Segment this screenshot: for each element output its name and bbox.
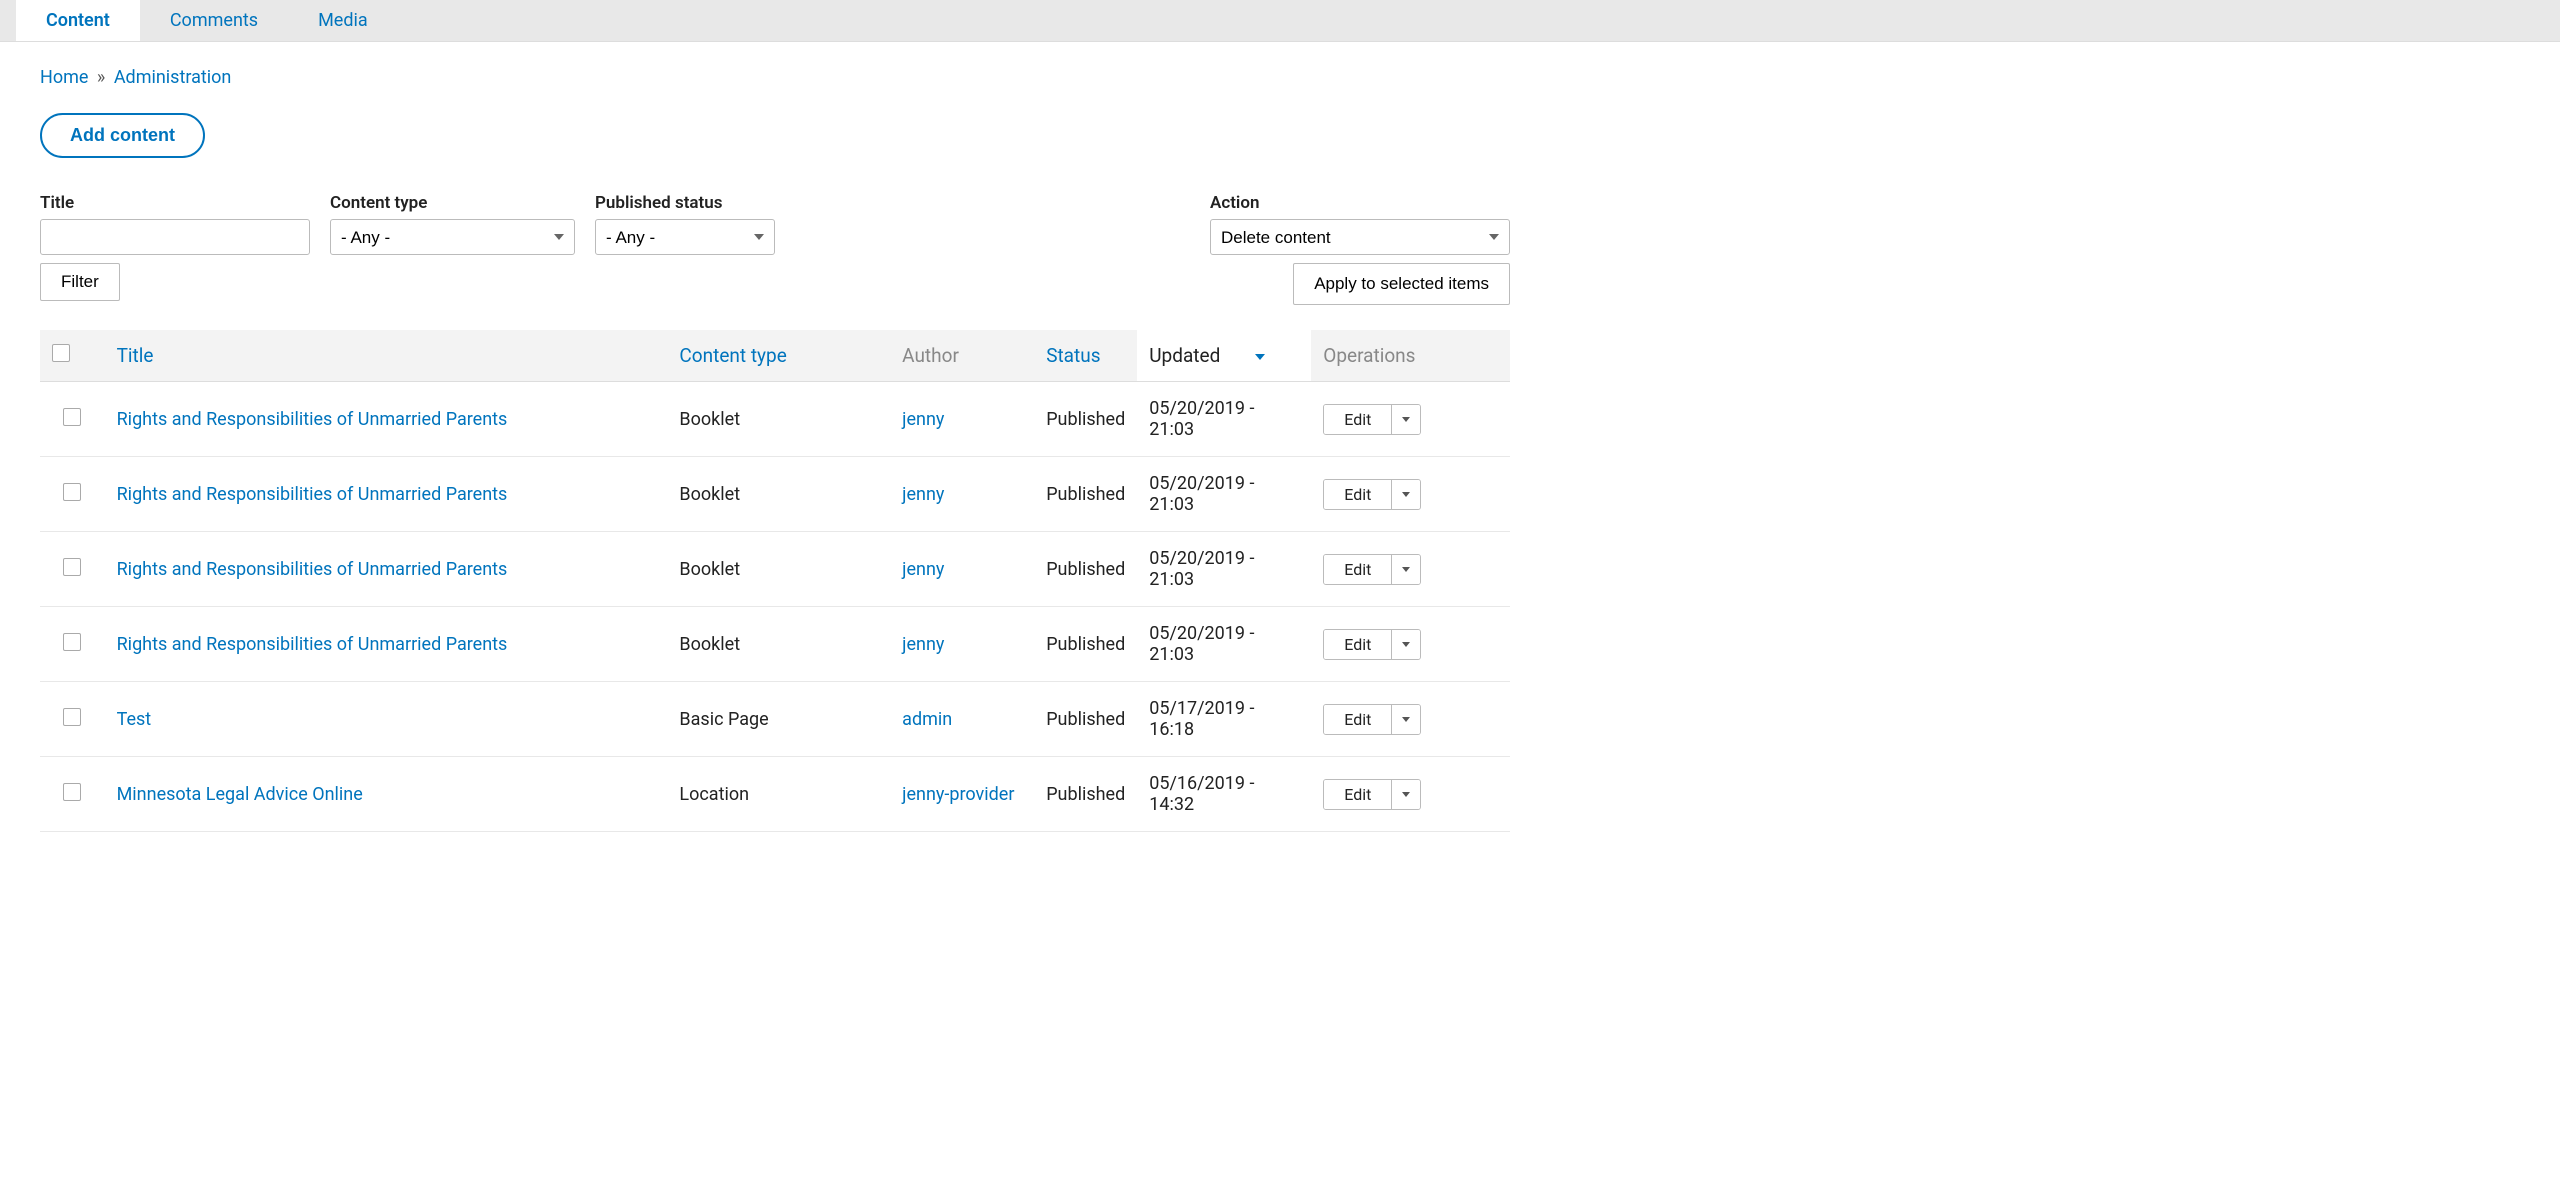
row-operations: Edit bbox=[1323, 479, 1421, 510]
operations-dropdown-toggle[interactable] bbox=[1392, 480, 1420, 509]
header-updated-label: Updated bbox=[1149, 344, 1220, 367]
content-type-filter-label: Content type bbox=[330, 193, 575, 213]
tab-content[interactable]: Content bbox=[16, 0, 140, 41]
row-author-link[interactable]: jenny bbox=[902, 409, 944, 430]
edit-button[interactable]: Edit bbox=[1324, 480, 1392, 509]
row-title-link[interactable]: Rights and Responsibilities of Unmarried… bbox=[117, 409, 508, 430]
row-updated: 05/20/2019 - 21:03 bbox=[1137, 532, 1311, 607]
apply-to-selected-button[interactable]: Apply to selected items bbox=[1293, 263, 1510, 305]
row-checkbox[interactable] bbox=[63, 408, 81, 426]
header-updated[interactable]: Updated bbox=[1137, 330, 1311, 382]
header-operations: Operations bbox=[1311, 330, 1510, 382]
sort-desc-icon bbox=[1255, 354, 1265, 360]
row-updated: 05/20/2019 - 21:03 bbox=[1137, 457, 1311, 532]
edit-button[interactable]: Edit bbox=[1324, 555, 1392, 584]
header-content-type[interactable]: Content type bbox=[667, 330, 890, 382]
row-content-type: Booklet bbox=[667, 457, 890, 532]
edit-button[interactable]: Edit bbox=[1324, 780, 1392, 809]
edit-button[interactable]: Edit bbox=[1324, 705, 1392, 734]
row-author-link[interactable]: jenny bbox=[902, 484, 944, 505]
breadcrumb-separator: » bbox=[97, 67, 105, 88]
select-all-checkbox[interactable] bbox=[52, 344, 70, 362]
title-filter-label: Title bbox=[40, 193, 310, 213]
row-title-link[interactable]: Rights and Responsibilities of Unmarried… bbox=[117, 484, 508, 505]
table-row: Rights and Responsibilities of Unmarried… bbox=[40, 382, 1510, 457]
row-content-type: Booklet bbox=[667, 607, 890, 682]
tab-comments[interactable]: Comments bbox=[140, 0, 288, 41]
row-operations: Edit bbox=[1323, 704, 1421, 735]
row-status: Published bbox=[1034, 607, 1137, 682]
edit-button[interactable]: Edit bbox=[1324, 405, 1392, 434]
table-row: Test Basic Page admin Published05/17/2019 -… bbox=[40, 682, 1510, 757]
row-updated: 05/16/2019 - 14:32 bbox=[1137, 757, 1311, 832]
published-status-filter-label: Published status bbox=[595, 193, 775, 213]
operations-dropdown-toggle[interactable] bbox=[1392, 405, 1420, 434]
table-row: Minnesota Legal Advice Online Location jen… bbox=[40, 757, 1510, 832]
table-row: Rights and Responsibilities of Unmarried… bbox=[40, 607, 1510, 682]
row-author-link[interactable]: admin bbox=[902, 709, 952, 730]
edit-button[interactable]: Edit bbox=[1324, 630, 1392, 659]
header-author: Author bbox=[890, 330, 1034, 382]
breadcrumb-administration[interactable]: Administration bbox=[114, 67, 232, 88]
row-title-link[interactable]: Rights and Responsibilities of Unmarried… bbox=[117, 559, 508, 580]
row-operations: Edit bbox=[1323, 554, 1421, 585]
header-status[interactable]: Status bbox=[1034, 330, 1137, 382]
row-content-type: Basic Page bbox=[667, 682, 890, 757]
row-updated: 05/20/2019 - 21:03 bbox=[1137, 607, 1311, 682]
row-status: Published bbox=[1034, 682, 1137, 757]
row-checkbox[interactable] bbox=[63, 783, 81, 801]
row-title-link[interactable]: Test bbox=[117, 709, 152, 730]
row-status: Published bbox=[1034, 532, 1137, 607]
row-operations: Edit bbox=[1323, 404, 1421, 435]
published-status-select[interactable]: - Any - bbox=[595, 219, 775, 255]
row-content-type: Booklet bbox=[667, 382, 890, 457]
breadcrumb-home[interactable]: Home bbox=[40, 67, 88, 88]
row-author-link[interactable]: jenny bbox=[902, 634, 944, 655]
row-author-link[interactable]: jenny-provider bbox=[902, 784, 1014, 805]
row-author-link[interactable]: jenny bbox=[902, 559, 944, 580]
header-title[interactable]: Title bbox=[105, 330, 668, 382]
operations-dropdown-toggle[interactable] bbox=[1392, 780, 1420, 809]
title-filter-input[interactable] bbox=[40, 219, 310, 255]
row-status: Published bbox=[1034, 757, 1137, 832]
operations-dropdown-toggle[interactable] bbox=[1392, 555, 1420, 584]
row-checkbox[interactable] bbox=[63, 633, 81, 651]
tabs-bar: Content Comments Media bbox=[0, 0, 2560, 42]
breadcrumb: Home » Administration bbox=[40, 67, 1510, 88]
row-title-link[interactable]: Minnesota Legal Advice Online bbox=[117, 784, 363, 805]
table-row: Rights and Responsibilities of Unmarried… bbox=[40, 532, 1510, 607]
row-updated: 05/20/2019 - 21:03 bbox=[1137, 382, 1311, 457]
add-content-button[interactable]: Add content bbox=[40, 113, 205, 158]
row-checkbox[interactable] bbox=[63, 558, 81, 576]
row-operations: Edit bbox=[1323, 779, 1421, 810]
row-content-type: Location bbox=[667, 757, 890, 832]
row-title-link[interactable]: Rights and Responsibilities of Unmarried… bbox=[117, 634, 508, 655]
table-row: Rights and Responsibilities of Unmarried… bbox=[40, 457, 1510, 532]
operations-dropdown-toggle[interactable] bbox=[1392, 630, 1420, 659]
action-label: Action bbox=[1210, 193, 1510, 213]
row-checkbox[interactable] bbox=[63, 708, 81, 726]
action-select[interactable]: Delete content bbox=[1210, 219, 1510, 255]
row-checkbox[interactable] bbox=[63, 483, 81, 501]
row-status: Published bbox=[1034, 382, 1137, 457]
tab-media[interactable]: Media bbox=[288, 0, 398, 41]
row-operations: Edit bbox=[1323, 629, 1421, 660]
row-content-type: Booklet bbox=[667, 532, 890, 607]
row-status: Published bbox=[1034, 457, 1137, 532]
content-type-select[interactable]: - Any - bbox=[330, 219, 575, 255]
row-updated: 05/17/2019 - 16:18 bbox=[1137, 682, 1311, 757]
operations-dropdown-toggle[interactable] bbox=[1392, 705, 1420, 734]
content-table: Title Content type Author Status Updated… bbox=[40, 330, 1510, 832]
filter-button[interactable]: Filter bbox=[40, 263, 120, 301]
